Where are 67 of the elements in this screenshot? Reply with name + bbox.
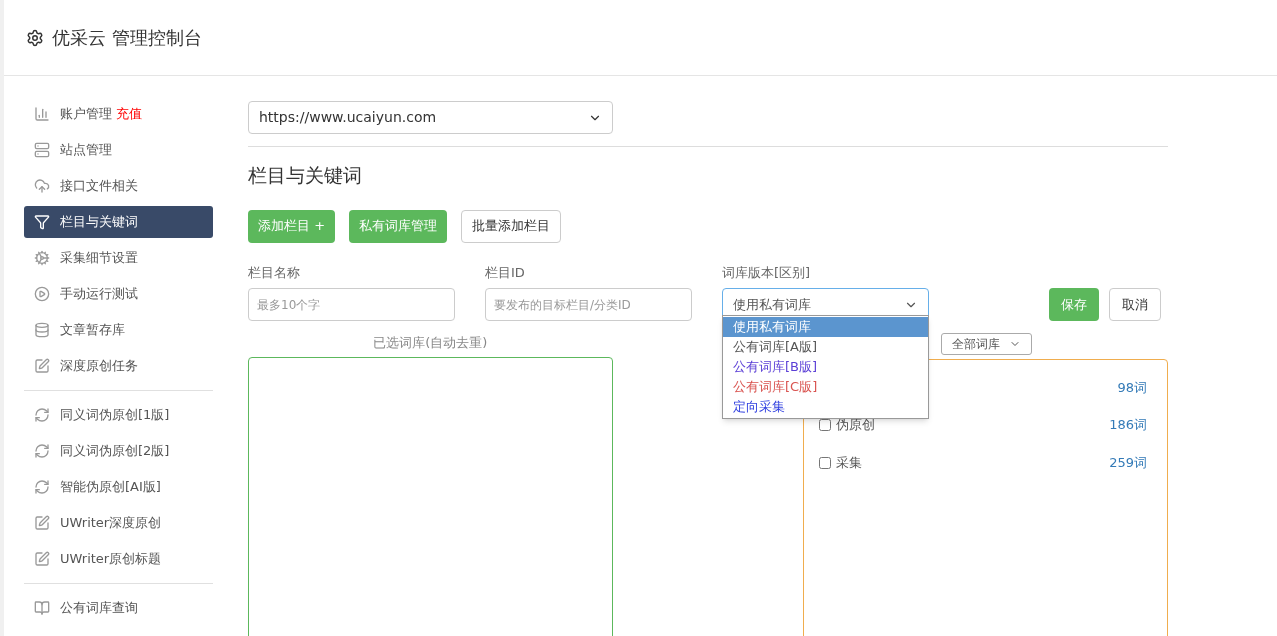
text-input[interactable]: 要发布的目标栏目/分类ID bbox=[485, 288, 692, 321]
field-label: 栏目ID bbox=[485, 263, 526, 282]
sidebar-item[interactable]: UWriter深度原创 bbox=[24, 507, 213, 539]
cancel-button[interactable]: 取消 bbox=[1109, 288, 1161, 321]
sidebar-item[interactable]: 同义词伪原创[1版] bbox=[24, 399, 213, 431]
sidebar-item[interactable]: 深度原创任务 bbox=[24, 350, 213, 382]
word-count: 259词 bbox=[1109, 454, 1148, 473]
sidebar-label: 栏目与关键词 bbox=[60, 213, 138, 232]
sidebar-label: 站点管理 bbox=[60, 141, 112, 160]
word-count: 186词 bbox=[1109, 416, 1148, 435]
section-title: 栏目与关键词 bbox=[248, 163, 363, 188]
sidebar-item[interactable]: 手动运行测试 bbox=[24, 278, 213, 310]
sidebar-item[interactable]: UWriter原创标题 bbox=[24, 543, 213, 575]
sidebar-label: 接口文件相关 bbox=[60, 177, 138, 196]
field-label: 词库版本[区别] bbox=[722, 263, 812, 282]
sidebar-label: UWriter深度原创 bbox=[60, 514, 162, 533]
dropdown-option[interactable]: 定向采集 bbox=[723, 396, 928, 417]
recharge-link[interactable]: 充值 bbox=[116, 104, 142, 124]
sidebar-label: 同义词伪原创[1版] bbox=[60, 406, 170, 425]
library-name: 伪原创 bbox=[835, 416, 875, 435]
field-label: 栏目名称 bbox=[248, 263, 301, 282]
sidebar-item[interactable]: 账户管理 充值 bbox=[24, 98, 213, 130]
refresh-icon bbox=[34, 443, 50, 459]
site-select[interactable]: https://www.ucaiyun.com bbox=[248, 101, 613, 134]
sidebar-label: 智能伪原创[AI版] bbox=[60, 478, 161, 497]
filter-icon bbox=[34, 214, 50, 230]
library-name: 采集 bbox=[835, 454, 862, 473]
library-checkbox[interactable] bbox=[818, 419, 831, 431]
sidebar-label: 手动运行测试 bbox=[60, 285, 138, 304]
sidebar-label: 文章暂存库 bbox=[60, 321, 125, 340]
edit-icon bbox=[34, 551, 50, 567]
word-count: 98词 bbox=[1117, 379, 1148, 398]
dropdown-option[interactable]: 公有词库[C版] bbox=[723, 376, 928, 397]
play-icon bbox=[34, 286, 50, 302]
sidebar-item[interactable]: 采集细节设置 bbox=[24, 242, 213, 274]
refresh-icon bbox=[34, 479, 50, 495]
sidebar-label: 同义词伪原创[2版] bbox=[60, 442, 170, 461]
sidebar-item[interactable]: 同义词伪原创[2版] bbox=[24, 435, 213, 467]
book-icon bbox=[34, 600, 50, 616]
settings-icon bbox=[26, 28, 44, 47]
sidebar-label: 账户管理 bbox=[60, 105, 112, 124]
sidebar-item[interactable]: 文章暂存库 bbox=[24, 314, 213, 346]
panel-label: 已选词库(自动去重) bbox=[373, 334, 488, 352]
chart-icon bbox=[34, 106, 50, 122]
edit-icon bbox=[34, 358, 50, 374]
toolbar-button[interactable]: 批量添加栏目 bbox=[461, 209, 562, 243]
sidebar-item[interactable]: 栏目与关键词 bbox=[24, 206, 213, 238]
sidebar-item[interactable]: 智能伪原创[AI版] bbox=[24, 471, 213, 503]
sidebar-item[interactable]: 站点管理 bbox=[24, 134, 213, 166]
filter-select[interactable]: 全部词库 bbox=[941, 333, 1032, 355]
cloud-upload-icon bbox=[34, 178, 50, 194]
library-checkbox[interactable] bbox=[818, 457, 831, 469]
refresh-icon bbox=[34, 407, 50, 423]
gears-icon bbox=[34, 250, 50, 266]
server-icon bbox=[34, 142, 50, 158]
text-input[interactable]: 最多10个字 bbox=[248, 288, 455, 321]
sidebar-item[interactable]: 公有词库查询 bbox=[24, 592, 213, 624]
database-icon bbox=[34, 322, 50, 338]
dropdown-option[interactable]: 公有词库[A版] bbox=[723, 336, 928, 357]
sidebar-item[interactable]: 接口文件相关 bbox=[24, 170, 213, 202]
sidebar-label: UWriter原创标题 bbox=[60, 550, 162, 569]
page-title: 优采云 管理控制台 bbox=[52, 26, 202, 50]
dropdown-option[interactable]: 公有词库[B版] bbox=[723, 356, 928, 377]
sidebar-label: 深度原创任务 bbox=[60, 357, 138, 376]
edit-icon bbox=[34, 515, 50, 531]
sidebar-label: 公有词库查询 bbox=[60, 599, 138, 618]
sidebar-label: 采集细节设置 bbox=[60, 249, 138, 268]
